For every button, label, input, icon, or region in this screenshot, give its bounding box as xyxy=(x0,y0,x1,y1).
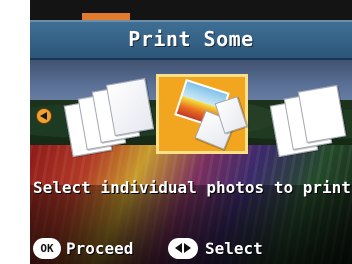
select-label: Select xyxy=(205,239,263,258)
instruction-text: Select individual photos to print xyxy=(33,178,351,197)
print-range-option[interactable] xyxy=(262,72,352,158)
print-screen: Print Some Select individual photos to p… xyxy=(30,0,352,264)
proceed-label: Proceed xyxy=(66,239,134,258)
sheet-icon xyxy=(297,84,347,144)
header-accent-bar xyxy=(82,13,130,20)
ok-button[interactable]: OK xyxy=(33,238,61,259)
sheet-icon xyxy=(105,77,155,137)
left-arrow-icon[interactable] xyxy=(36,108,52,124)
left-right-arrow-icon[interactable] xyxy=(168,238,198,259)
page-title: Print Some xyxy=(128,27,254,51)
print-some-option[interactable] xyxy=(156,74,248,154)
print-multiple-sheets-option[interactable] xyxy=(56,72,155,158)
footer-controls: OK Proceed Select xyxy=(30,236,352,264)
